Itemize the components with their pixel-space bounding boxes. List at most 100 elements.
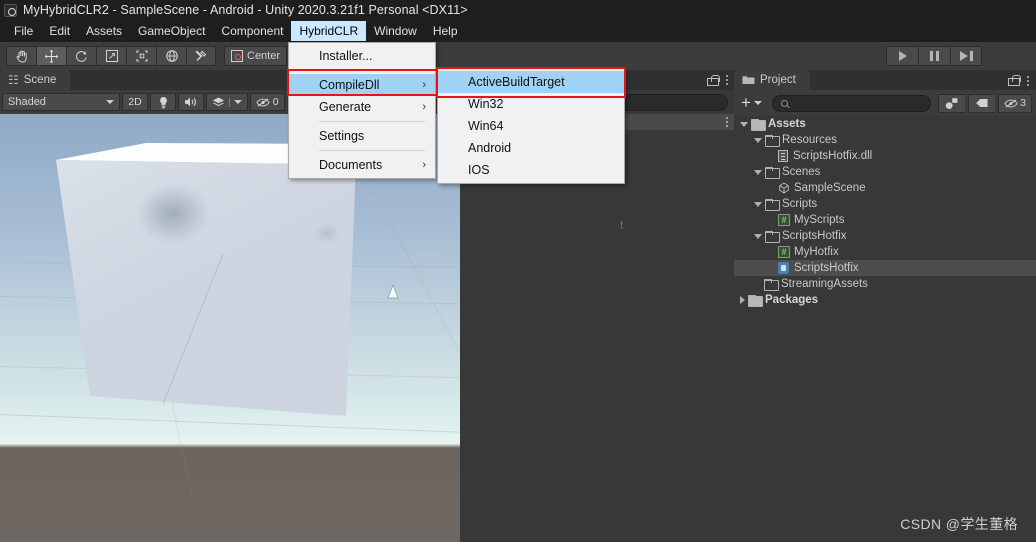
- hierarchy-partial-text: t: [620, 218, 624, 232]
- folder-icon: [742, 76, 755, 84]
- submenu-item-android[interactable]: Android: [438, 137, 624, 159]
- collapse-arrow-icon[interactable]: [740, 296, 745, 304]
- lighting-toggle[interactable]: [150, 93, 176, 111]
- tree-row-label: SampleScene: [794, 182, 866, 194]
- project-panel: Project + 3 Assets Resources ScriptsHotfix…: [734, 70, 1036, 542]
- step-button[interactable]: [950, 46, 982, 66]
- tree-row-myhotfix[interactable]: # MyHotfix: [734, 244, 1036, 260]
- tree-row-streamingassets[interactable]: StreamingAssets: [734, 276, 1036, 292]
- tree-row-scripts[interactable]: Scripts: [734, 196, 1036, 212]
- pivot-center-button[interactable]: Center: [224, 46, 288, 66]
- dll-file-icon: [778, 150, 788, 162]
- pivot-icon: [231, 50, 243, 62]
- expand-arrow-icon[interactable]: [740, 121, 748, 127]
- menu-item-settings-label: Settings: [319, 129, 365, 143]
- tree-row-label: Scripts: [782, 198, 818, 210]
- filter-by-type-button[interactable]: [938, 93, 965, 113]
- menu-item-generate[interactable]: Generate ›: [289, 96, 435, 118]
- tree-row-assets[interactable]: Assets: [734, 116, 1036, 132]
- transform-tools: [6, 46, 216, 66]
- chevron-right-icon: ›: [422, 100, 426, 113]
- unity-icon: [4, 3, 17, 17]
- fx-dropdown[interactable]: |: [206, 93, 248, 111]
- rotate-tool-icon[interactable]: [66, 46, 96, 66]
- scene-cube-object[interactable]: [38, 134, 388, 444]
- menu-separator-1: [319, 70, 425, 71]
- submenu-item-win64[interactable]: Win64: [438, 115, 624, 137]
- hybridclr-dropdown-menu[interactable]: Installer... CompileDll › Generate › Set…: [288, 42, 436, 179]
- tree-row-label: ScriptsHotfix: [782, 230, 847, 242]
- menu-assets[interactable]: Assets: [78, 21, 130, 41]
- menu-item-documents[interactable]: Documents ›: [289, 154, 435, 176]
- menu-item-installer-label: Installer...: [319, 49, 373, 63]
- filter-by-label-button[interactable]: [968, 93, 995, 113]
- tab-scene[interactable]: ☷ Scene: [0, 70, 71, 90]
- hand-tool-icon[interactable]: [6, 46, 36, 66]
- menu-item-compiledll[interactable]: CompileDll ›: [289, 74, 435, 96]
- menu-item-installer[interactable]: Installer...: [289, 45, 435, 67]
- folder-icon: [765, 231, 780, 243]
- scene-gizmo-icon[interactable]: [385, 284, 401, 302]
- effects-icon: [212, 97, 225, 107]
- expand-arrow-icon[interactable]: [754, 201, 762, 207]
- eye-off-icon: [256, 97, 270, 107]
- perspective-label: Persp: [410, 249, 444, 264]
- tree-row-label: MyHotfix: [794, 246, 839, 258]
- custom-tool-icon[interactable]: [186, 46, 216, 66]
- tree-row-scriptshotfix-dll[interactable]: ScriptsHotfix.dll: [734, 148, 1036, 164]
- compiledll-submenu[interactable]: ActiveBuildTarget Win32 Win64 Android IO…: [437, 68, 625, 184]
- menu-bar: File Edit Assets GameObject Component Hy…: [0, 20, 1036, 42]
- tab-project[interactable]: Project: [734, 70, 810, 90]
- kebab-menu-icon[interactable]: [726, 75, 728, 85]
- tree-row-myscripts[interactable]: # MyScripts: [734, 212, 1036, 228]
- pivot-label: Center: [247, 50, 281, 62]
- draw-mode-label: Shaded: [8, 96, 46, 108]
- menu-component[interactable]: Component: [213, 21, 291, 41]
- tree-row-samplescene[interactable]: SampleScene: [734, 180, 1036, 196]
- submenu-item-win32[interactable]: Win32: [438, 93, 624, 115]
- filter-type-icon: [945, 97, 958, 109]
- expand-arrow-icon[interactable]: [754, 233, 762, 239]
- project-toolbar: + 3: [734, 90, 1036, 116]
- scale-tool-icon[interactable]: [96, 46, 126, 66]
- expand-arrow-icon[interactable]: [754, 169, 762, 175]
- toggle-2d-button[interactable]: 2D: [122, 93, 148, 111]
- pause-button[interactable]: [918, 46, 950, 66]
- menu-window[interactable]: Window: [366, 21, 425, 41]
- menu-item-settings[interactable]: Settings: [289, 125, 435, 147]
- tree-row-scenes[interactable]: Scenes: [734, 164, 1036, 180]
- rect-tool-icon[interactable]: [126, 46, 156, 66]
- menu-hybridclr[interactable]: HybridCLR: [291, 21, 367, 41]
- menu-item-documents-label: Documents: [319, 158, 383, 172]
- submenu-item-activebuildtarget[interactable]: ActiveBuildTarget: [438, 71, 624, 93]
- project-asset-tree[interactable]: Assets Resources ScriptsHotfix.dll Scenes Sa…: [734, 116, 1036, 542]
- project-lock-icon[interactable]: [1008, 75, 1021, 86]
- tree-row-scriptshotfix[interactable]: ScriptsHotfix: [734, 228, 1036, 244]
- project-kebab-menu-icon[interactable]: [1027, 75, 1029, 86]
- scene-visibility-toggle[interactable]: 0: [249, 93, 285, 111]
- tree-row-label: Assets: [768, 118, 806, 130]
- menu-help[interactable]: Help: [425, 21, 466, 41]
- create-asset-button[interactable]: +: [738, 94, 765, 111]
- scene-perspective-label[interactable]: ≺ Persp: [397, 249, 444, 265]
- tree-row-scriptshotfix[interactable]: ScriptsHotfix: [734, 260, 1036, 276]
- lock-icon[interactable]: [707, 74, 720, 86]
- move-tool-icon[interactable]: [36, 46, 66, 66]
- project-visibility-button[interactable]: 3: [998, 93, 1032, 113]
- tree-row-packages[interactable]: Packages: [734, 292, 1036, 308]
- tree-row-resources[interactable]: Resources: [734, 132, 1036, 148]
- hierarchy-body[interactable]: t: [460, 130, 734, 542]
- transform-tool-icon[interactable]: [156, 46, 186, 66]
- menu-separator-3: [319, 150, 425, 151]
- tree-row-label: Scenes: [782, 166, 821, 178]
- draw-mode-dropdown[interactable]: Shaded: [2, 93, 120, 111]
- submenu-item-ios[interactable]: IOS: [438, 159, 624, 181]
- menu-file[interactable]: File: [6, 21, 41, 41]
- audio-toggle[interactable]: [178, 93, 204, 111]
- menu-edit[interactable]: Edit: [41, 21, 78, 41]
- play-button[interactable]: [886, 46, 918, 66]
- expand-arrow-icon[interactable]: [754, 137, 762, 143]
- menu-gameobject[interactable]: GameObject: [130, 21, 213, 41]
- hierarchy-options-icon[interactable]: [726, 117, 728, 127]
- project-search-input[interactable]: [771, 94, 931, 112]
